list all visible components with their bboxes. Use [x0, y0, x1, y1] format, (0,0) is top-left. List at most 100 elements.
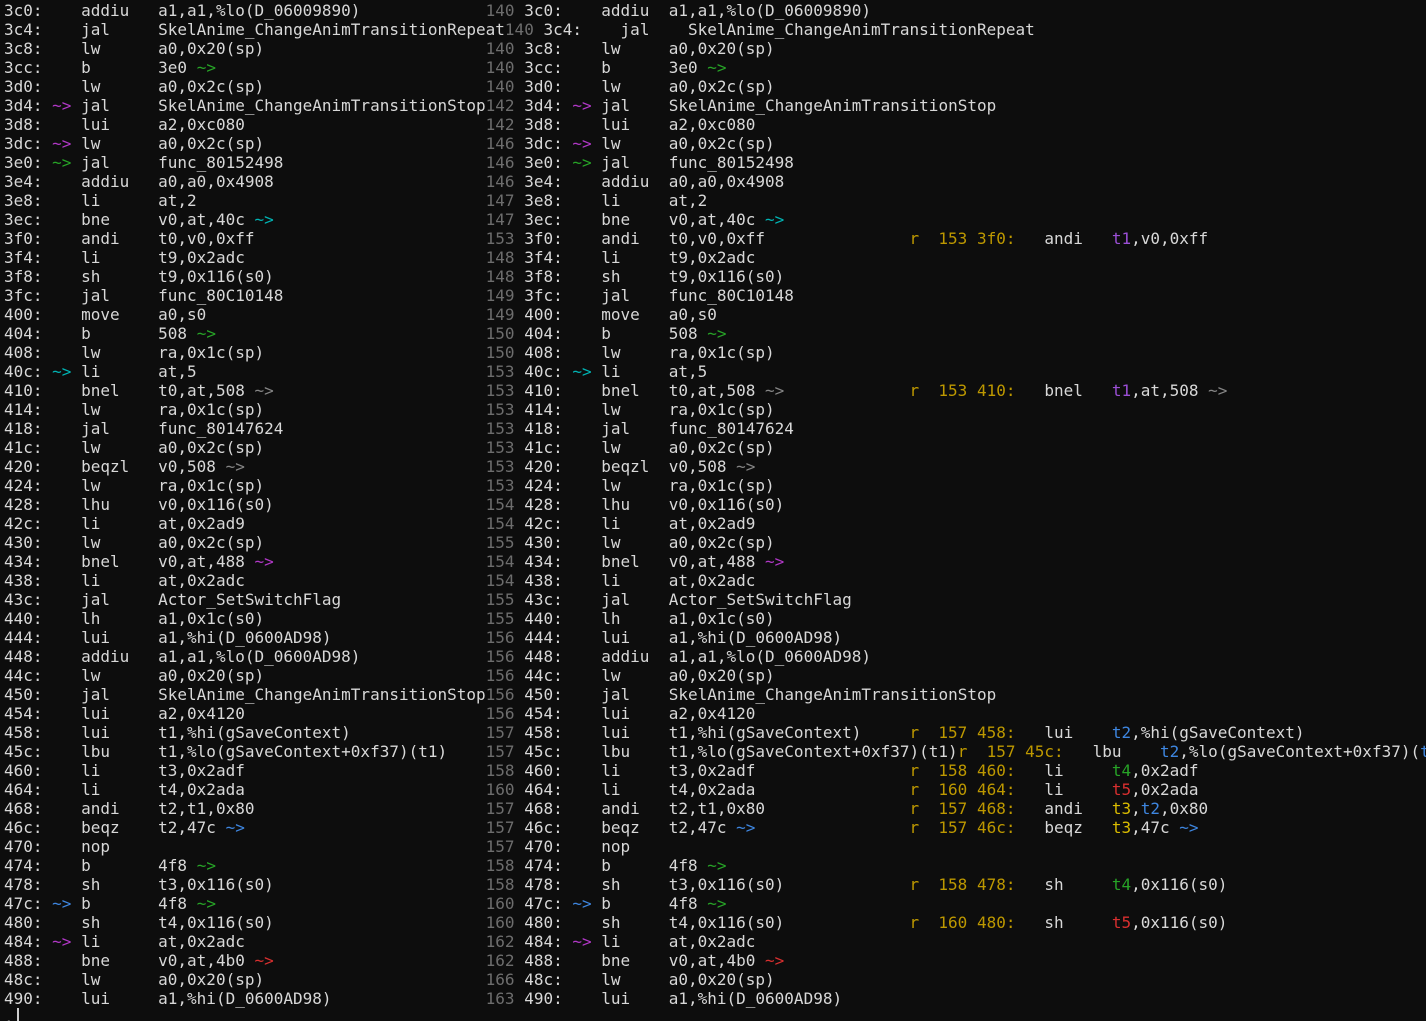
asm-row: 444: lui a1,%hi(D_0600AD98)156 444: lui … [4, 628, 1426, 647]
operands: SkelAnime_ChangeAnimTransitionStop [158, 96, 486, 115]
asm-base-column: 3ec: bne v0,at,40c ~> [4, 210, 486, 229]
mnemonic: jal [81, 153, 158, 172]
line-number: 158 [486, 856, 515, 875]
asm-current-column: 154 42c: li at,0x2ad9 [486, 514, 910, 533]
mnemonic: lw [601, 39, 668, 58]
operands: t1,%lo(gSaveContext+0xf37)(t1) [669, 742, 958, 761]
asm-base-column: 3d8: lui a2,0xc080 [4, 115, 486, 134]
branch-arrow-icon: ~> [572, 134, 591, 153]
branch-arrow-icon: ~> [707, 856, 726, 875]
operands: 3e0 [158, 58, 187, 77]
prompt-char: . [4, 1008, 14, 1021]
asm-current-column: 154 438: li at,0x2adc [486, 571, 910, 590]
asm-base-column: 41c: lw a0,0x2c(sp) [4, 438, 486, 457]
mnemonic: bne [601, 210, 668, 229]
reg-diff-marker: r [909, 799, 919, 818]
asm-row: 45c: lbu t1,%lo(gSaveContext+0xf37)(t1)1… [4, 742, 1426, 761]
asm-current-column: 142 3d4: ~> jal SkelAnime_ChangeAnimTran… [486, 96, 997, 115]
asm-current-column: 153 424: lw ra,0x1c(sp) [486, 476, 910, 495]
asm-base-column: 468: andi t2,t1,0x80 [4, 799, 486, 818]
operand-segment: t1 [1112, 381, 1131, 400]
line-number: 158 [938, 875, 967, 894]
address: 420: [524, 457, 563, 476]
mnemonic: nop [81, 837, 158, 856]
operands: t4,0x116(s0) [158, 913, 274, 932]
operands: t9,0x116(s0) [669, 267, 785, 286]
asm-row: 40c: ~> li at,5153 40c: ~> li at,5 [4, 362, 1426, 381]
asm-current-column: 149 3fc: jal func_80C10148 [486, 286, 910, 305]
operand-segment: t4 [1112, 761, 1131, 780]
mnemonic: bnel [601, 381, 668, 400]
asm-current-column: 163 490: lui a1,%hi(D_0600AD98) [486, 989, 910, 1008]
address: 448: [524, 647, 563, 666]
address: 408: [4, 343, 43, 362]
asm-base-column: 3e0: ~> jal func_80152498 [4, 153, 486, 172]
mnemonic: b [81, 324, 158, 343]
reg-diff-marker: r [909, 381, 919, 400]
branch-arrow-icon: ~> [52, 932, 71, 951]
asm-registers-column: r 157 468: andi t3,t2,0x80 [909, 799, 1208, 818]
address: 3cc: [524, 58, 563, 77]
operands: 508 [669, 324, 698, 343]
asm-current-column: 153 41c: lw a0,0x2c(sp) [486, 438, 910, 457]
branch-arrow-icon: ~> [707, 58, 726, 77]
branch-arrow-icon: ~> [52, 96, 71, 115]
mnemonic: b [601, 58, 668, 77]
line-number: 150 [486, 324, 515, 343]
asm-current-column: 155 440: lh a1,0x1c(s0) [486, 609, 910, 628]
mnemonic: beqzl [81, 457, 158, 476]
operands: ra,0x1c(sp) [669, 476, 775, 495]
prompt-row: . [4, 1008, 1426, 1021]
operands: at,0x2adc [669, 571, 756, 590]
branch-arrow-icon: ~> [736, 818, 755, 837]
line-number: 140 [505, 20, 534, 39]
mnemonic: beqz [81, 818, 158, 837]
line-number: 160 [938, 780, 967, 799]
asm-current-column: 156 454: lui a2,0x4120 [486, 704, 910, 723]
mnemonic: beqz [601, 818, 668, 837]
line-number: 156 [486, 666, 515, 685]
asm-row: 430: lw a0,0x2c(sp)155 430: lw a0,0x2c(s… [4, 533, 1426, 552]
address: 458: [4, 723, 43, 742]
asm-current-column: 157 470: nop [486, 837, 910, 856]
line-number: 147 [486, 210, 515, 229]
operand-segment: t4 [1112, 875, 1131, 894]
mnemonic: bne [81, 951, 158, 970]
operands: Actor_SetSwitchFlag [158, 590, 341, 609]
asm-current-column: 160 47c: ~> b 4f8 ~> [486, 894, 910, 913]
mnemonic: lw [601, 343, 668, 362]
asm-current-column: 147 3e8: li at,2 [486, 191, 910, 210]
operands: a0,0x20(sp) [669, 970, 775, 989]
address: 418: [4, 419, 43, 438]
asm-base-column: 480: sh t4,0x116(s0) [4, 913, 486, 932]
operands: v0,at,4b0 [669, 951, 756, 970]
mnemonic: li [601, 248, 668, 267]
asm-row: 438: li at,0x2adc154 438: li at,0x2adc [4, 571, 1426, 590]
asm-row: 46c: beqz t2,47c ~>157 46c: beqz t2,47c … [4, 818, 1426, 837]
address: 3c0: [4, 1, 43, 20]
asm-current-column: 158 478: sh t3,0x116(s0) [486, 875, 910, 894]
address: 440: [524, 609, 563, 628]
mnemonic: jal [601, 419, 668, 438]
terminal-screen[interactable]: 3c0: addiu a1,a1,%lo(D_06009890)140 3c0:… [0, 0, 1426, 1021]
branch-arrow-icon: ~> [254, 381, 273, 400]
address: 408: [524, 343, 563, 362]
asm-current-column: 153 414: lw ra,0x1c(sp) [486, 400, 910, 419]
branch-arrow-icon: ~> [572, 96, 591, 115]
asm-row: 3e0: ~> jal func_80152498146 3e0: ~> jal… [4, 153, 1426, 172]
address: 440: [4, 609, 43, 628]
operand-segment: t3 [1112, 799, 1131, 818]
mnemonic: li [81, 761, 158, 780]
operands: 4f8 [669, 894, 698, 913]
mnemonic: addiu [601, 647, 668, 666]
branch-arrow-icon: ~> [572, 894, 591, 913]
mnemonic: bne [601, 951, 668, 970]
operands: at,5 [158, 362, 197, 381]
line-number: 160 [938, 913, 967, 932]
line-number: 148 [486, 248, 515, 267]
address: 454: [4, 704, 43, 723]
mnemonic: move [81, 305, 158, 324]
address: 44c: [524, 666, 563, 685]
address: 48c: [4, 970, 43, 989]
line-number: 156 [486, 685, 515, 704]
